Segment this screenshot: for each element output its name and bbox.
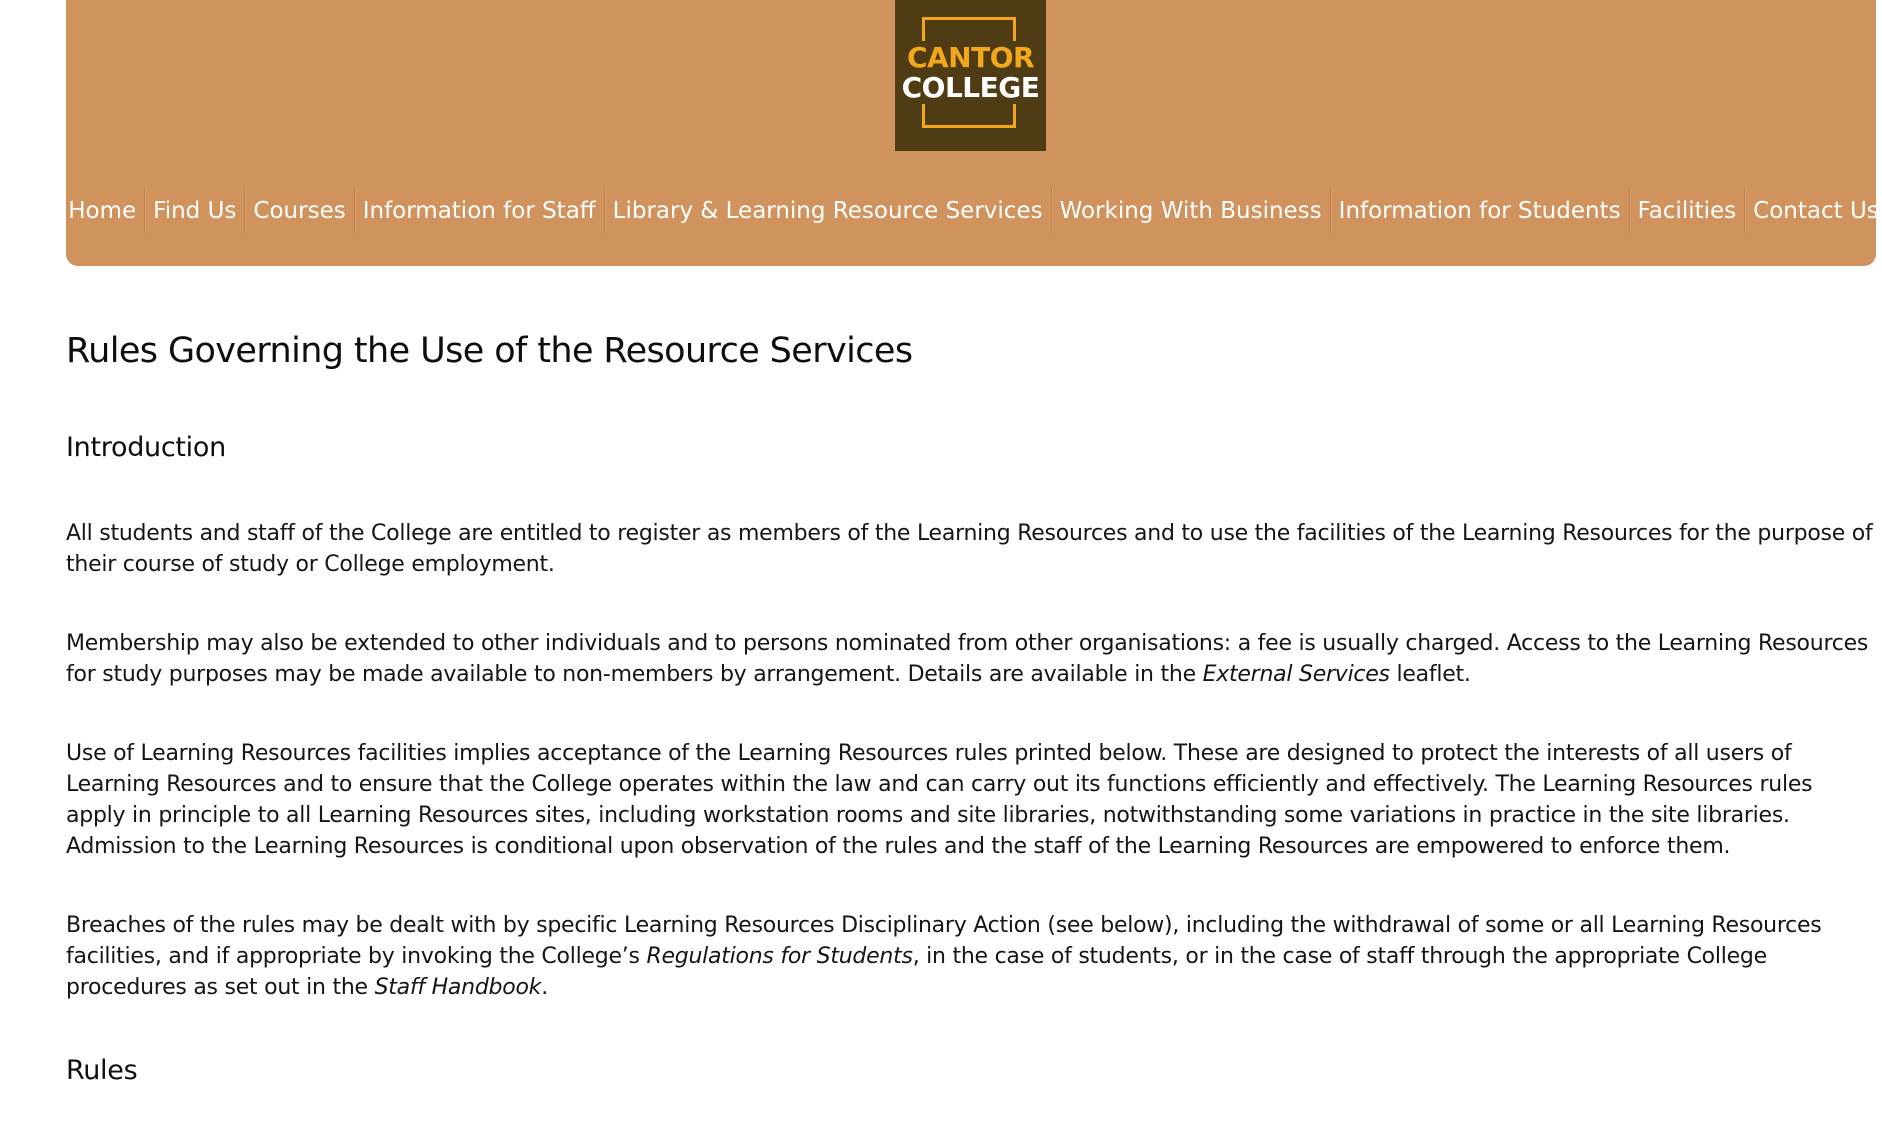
paragraph-breaches: Breaches of the rules may be dealt with … [66, 913, 1822, 1000]
nav-item-find-us[interactable]: Find Us [144, 189, 244, 233]
section-heading-introduction: Introduction [66, 432, 226, 463]
nav-item-home[interactable]: Home [55, 189, 144, 233]
paragraph-rules-acceptance: Use of Learning Resources facilities imp… [66, 741, 1813, 859]
main-navigation: Home Find Us Courses Information for Sta… [66, 189, 1879, 233]
nav-item-information-for-staff[interactable]: Information for Staff [353, 189, 604, 233]
nav-item-information-for-students[interactable]: Information for Students [1329, 189, 1629, 233]
paragraph-membership-entitlement: All students and staff of the College ar… [66, 521, 1873, 577]
college-logo[interactable]: CANTOR COLLEGE [895, 0, 1046, 151]
page-title: Rules Governing the Use of the Resource … [66, 331, 913, 371]
nav-item-facilities[interactable]: Facilities [1628, 189, 1745, 233]
site-header: CANTOR COLLEGE Home Find Us Courses Info… [66, 0, 1879, 266]
emphasis-staff-handbook: Staff Handbook [374, 975, 542, 1000]
emphasis-regulations-for-students: Regulations for Students [646, 944, 913, 969]
nav-item-contact-us[interactable]: Contact Us [1744, 189, 1882, 233]
logo-text-line2: COLLEGE [899, 71, 1042, 104]
emphasis-external-services: External Services [1202, 662, 1390, 687]
nav-item-working-with-business[interactable]: Working With Business [1050, 189, 1330, 233]
paragraph-external-membership: Membership may also be extended to other… [66, 631, 1869, 687]
logo-text-line1: CANTOR [904, 41, 1037, 74]
section-heading-rules: Rules [66, 1055, 138, 1086]
nav-item-courses[interactable]: Courses [244, 189, 353, 233]
main-content: Rules Governing the Use of the Resource … [66, 320, 1878, 1091]
nav-item-library-learning-resource-services[interactable]: Library & Learning Resource Services [603, 189, 1051, 233]
